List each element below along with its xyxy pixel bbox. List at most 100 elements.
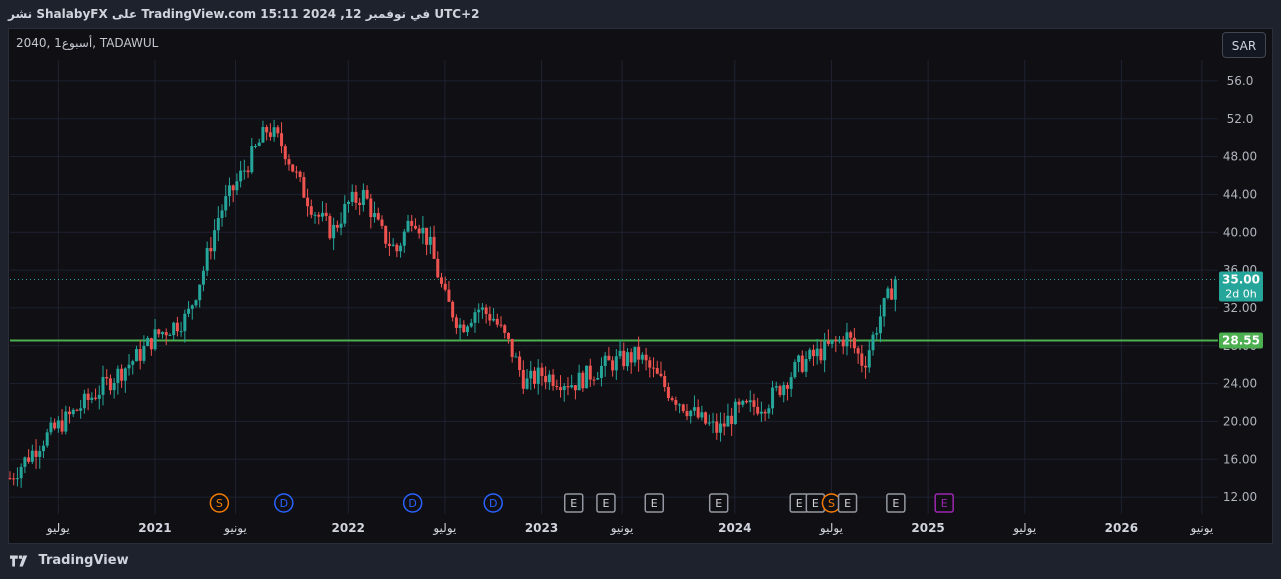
candle-body — [406, 220, 410, 232]
candle-body — [38, 451, 42, 457]
candle-body — [53, 422, 57, 429]
candle-body — [75, 409, 79, 411]
candle-body — [250, 146, 254, 173]
candle-body — [123, 368, 127, 381]
tradingview-logo-icon — [10, 554, 28, 567]
candle-body — [860, 353, 864, 366]
candle-body — [778, 386, 782, 396]
candle-body — [242, 170, 246, 172]
candle-body — [745, 400, 749, 403]
candle-body — [15, 478, 19, 480]
candle-body — [324, 212, 328, 216]
candle-body — [864, 365, 868, 368]
candle-body — [532, 370, 536, 384]
candle-body — [748, 400, 752, 403]
candle-body — [878, 316, 882, 334]
candle-body — [492, 318, 496, 321]
candle-body — [730, 415, 734, 425]
candle-body — [830, 340, 834, 344]
candle-body — [287, 159, 291, 165]
candle-body — [771, 387, 775, 409]
candle-body — [678, 404, 682, 406]
candle-body — [696, 407, 700, 418]
candle-body — [607, 355, 611, 361]
candlestick-chart[interactable]: 56.052.048.0044.0040.0036.0032.0028.0024… — [0, 0, 1281, 579]
candle-body — [373, 213, 377, 218]
candle-body — [689, 410, 693, 417]
candle-body — [410, 220, 414, 226]
candle-body — [555, 386, 559, 388]
candle-body — [443, 283, 447, 290]
currency-button[interactable]: SAR — [1222, 32, 1266, 58]
candle-body — [700, 412, 704, 418]
time-tick-label: 2024 — [718, 521, 751, 535]
time-tick-label: يونيو — [610, 521, 634, 536]
candle-body — [625, 352, 629, 367]
candle-body — [644, 354, 648, 361]
candle-body — [49, 422, 53, 433]
symbol-label[interactable]: 2040, 1أسبوع, TADAWUL — [16, 36, 158, 50]
split-marker-label: S — [828, 497, 835, 510]
candle-body — [573, 385, 577, 391]
candle-body — [164, 332, 168, 336]
candle-body — [276, 127, 280, 134]
candle-body — [852, 337, 856, 349]
candle-body — [376, 213, 380, 220]
earnings-marker-label: E — [796, 497, 803, 510]
candle-body — [120, 368, 124, 381]
candle-body — [302, 177, 306, 198]
candle-body — [648, 360, 652, 368]
time-axis: يوليو 2021 يونيو 2022 يوليو 2023 يونيو 2024 يولي… — [46, 521, 1213, 536]
candle-body — [432, 236, 436, 259]
candle-body — [845, 332, 849, 347]
candle-body — [395, 244, 399, 252]
candle-body — [94, 397, 98, 399]
candle-body — [358, 202, 362, 205]
price-tick-label: 48.00 — [1223, 150, 1257, 164]
candles — [8, 119, 897, 488]
candle-body — [399, 245, 403, 252]
candle-body — [313, 214, 317, 216]
candle-body — [56, 420, 60, 429]
time-tick-label: 2023 — [525, 521, 558, 535]
candle-body — [685, 411, 689, 417]
candle-body — [428, 236, 432, 245]
candle-body — [317, 214, 321, 217]
tradingview-logo[interactable]: TradingView — [10, 553, 129, 568]
grid-lines — [10, 60, 1218, 514]
candle-body — [246, 170, 250, 173]
earnings-marker-label: E — [715, 497, 722, 510]
candle-body — [659, 373, 663, 377]
candle-body — [551, 374, 555, 387]
candle-body — [815, 348, 819, 357]
price-tick-label: 40.00 — [1223, 225, 1257, 239]
candle-body — [127, 364, 131, 369]
time-tick-label: 2021 — [138, 521, 171, 535]
candle-body — [890, 288, 894, 300]
candle-body — [298, 171, 302, 178]
candle-body — [8, 478, 12, 480]
earnings-marker-label: E — [941, 497, 948, 510]
dividend-marker-label: D — [408, 497, 416, 510]
last-price-label: 35.00 — [1222, 273, 1260, 287]
candle-body — [495, 318, 499, 325]
candle-body — [187, 308, 191, 314]
candle-body — [198, 284, 202, 301]
candle-body — [146, 338, 150, 346]
candle-body — [105, 377, 109, 379]
candle-body — [834, 340, 838, 342]
candle-body — [570, 385, 574, 388]
candle-body — [454, 317, 458, 328]
candle-body — [797, 355, 801, 362]
time-tick-label: يوليو — [46, 521, 70, 536]
candle-body — [365, 189, 369, 199]
candle-body — [235, 181, 239, 191]
candle-body — [540, 367, 544, 377]
candle-body — [34, 450, 38, 457]
candle-body — [882, 298, 886, 317]
candle-body — [112, 382, 116, 391]
candle-body — [652, 367, 656, 369]
candle-body — [886, 288, 890, 299]
candle-body — [134, 349, 138, 362]
candle-body — [231, 185, 235, 191]
